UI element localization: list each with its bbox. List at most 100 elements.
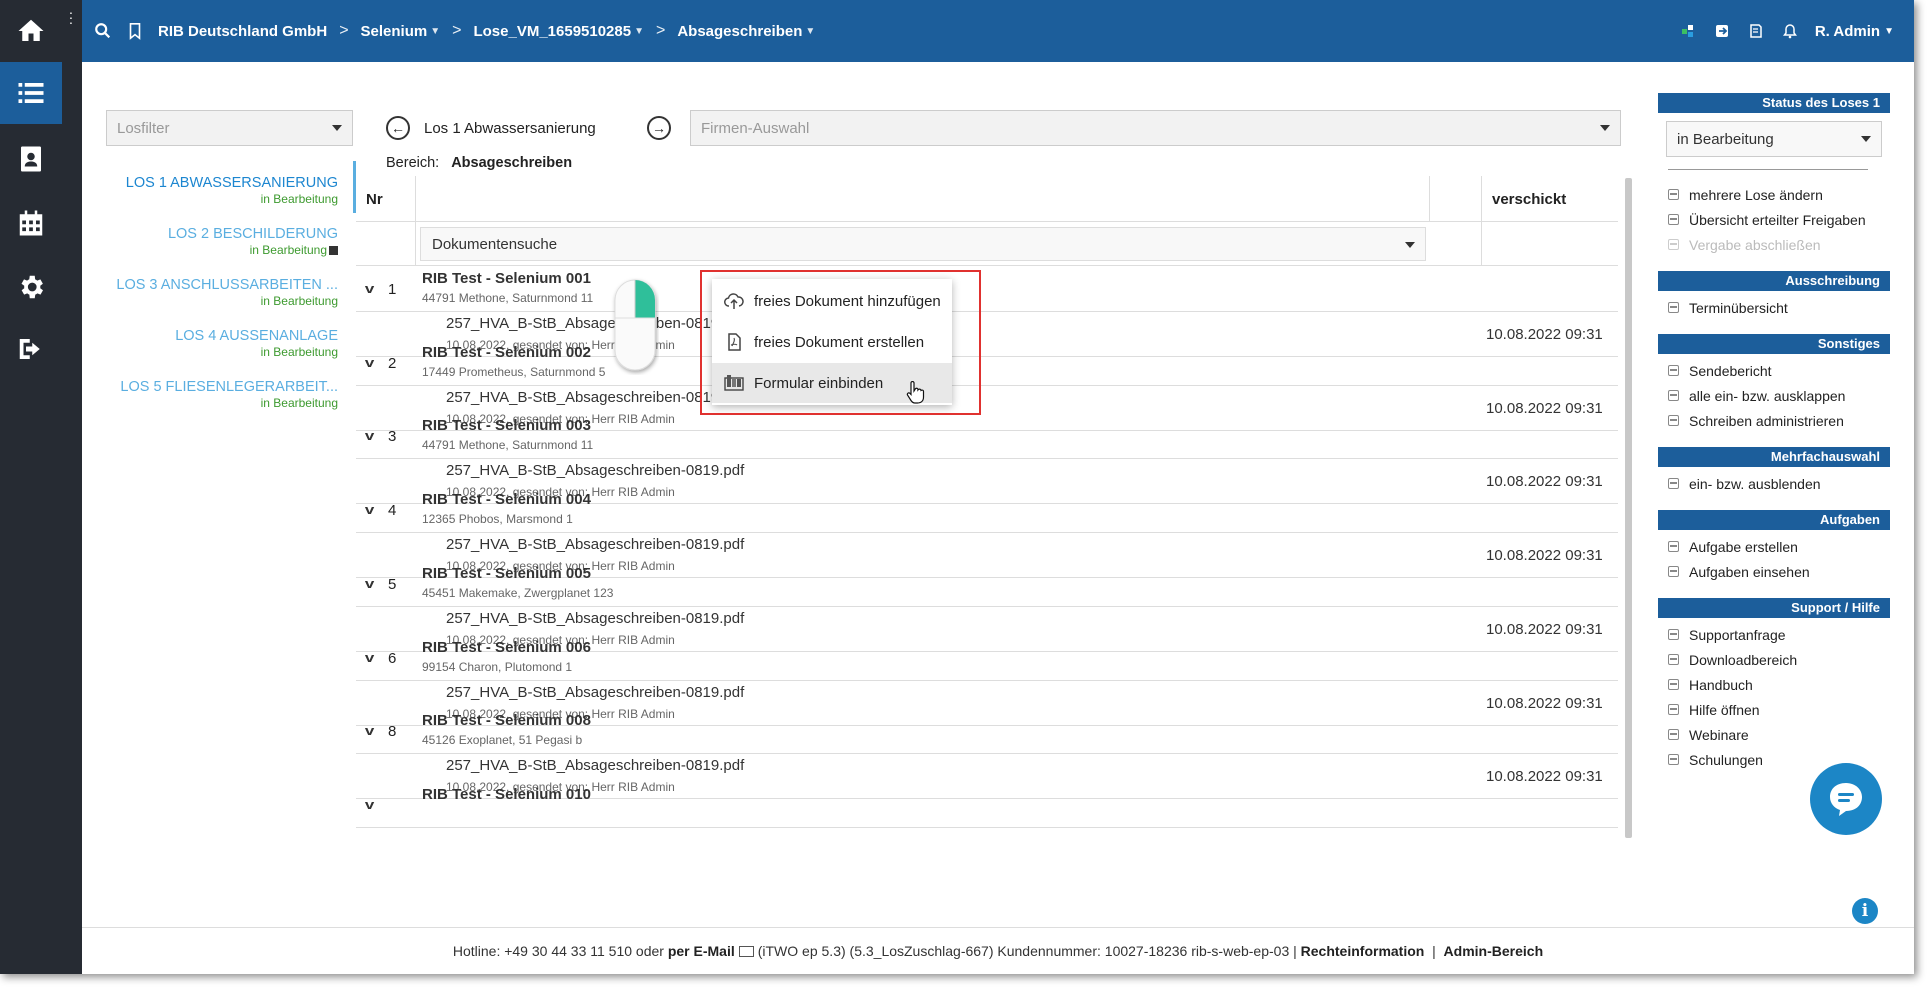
footer-legal-link[interactable]: Rechteinformation bbox=[1301, 943, 1425, 959]
chevron-down-icon[interactable]: v bbox=[365, 355, 374, 370]
mouse-click-icon bbox=[614, 279, 656, 371]
home-icon[interactable] bbox=[0, 0, 62, 62]
lot-item[interactable]: LOS 4 AUSSENANLAGE in Bearbeitung bbox=[106, 328, 354, 379]
sidebar-item[interactable]: Aufgaben einsehen bbox=[1658, 559, 1890, 584]
crumb-separator: > bbox=[339, 22, 349, 39]
list-icon[interactable] bbox=[0, 62, 62, 124]
crumb-company[interactable]: RIB Deutschland GmbH bbox=[158, 23, 327, 40]
document-search-select[interactable]: Dokumentensuche bbox=[420, 227, 1426, 261]
lot-item[interactable]: LOS 3 ANSCHLUSSARBEITEN ... in Bearbeitu… bbox=[106, 277, 354, 328]
chevron-down-icon[interactable]: v bbox=[365, 428, 374, 443]
next-lot-icon[interactable]: → bbox=[647, 116, 671, 140]
book-icon bbox=[1668, 189, 1679, 200]
crumb-separator: > bbox=[656, 22, 666, 39]
caret-down-icon bbox=[1861, 136, 1871, 142]
chevron-down-icon[interactable]: v bbox=[365, 281, 374, 296]
lot-title: LOS 1 ABWASSERSANIERUNG bbox=[125, 175, 338, 191]
company-name: RIB Test - Selenium 008 bbox=[422, 712, 591, 730]
scrollbar[interactable] bbox=[1625, 178, 1632, 838]
book-icon bbox=[1668, 704, 1679, 715]
chevron-down-icon[interactable]: v bbox=[365, 797, 374, 812]
divider bbox=[1668, 169, 1868, 170]
crumb-project[interactable]: Selenium bbox=[361, 23, 428, 40]
app-switcher-icon[interactable] bbox=[1679, 22, 1697, 40]
table-row[interactable]: v 3 RIB Test - Selenium 003 44791 Methone, … bbox=[356, 414, 1618, 460]
sidebar-item[interactable]: Aufgabe erstellen bbox=[1658, 534, 1890, 559]
col-spacer bbox=[1430, 176, 1482, 222]
sidebar-item[interactable]: alle ein- bzw. ausklappen bbox=[1658, 383, 1890, 408]
crumb-area[interactable]: Absageschreiben bbox=[677, 23, 802, 40]
search-row-cell bbox=[356, 222, 416, 266]
more-icon[interactable]: · · · bbox=[68, 5, 74, 29]
company-select[interactable]: Firmen-Auswahl bbox=[690, 110, 1621, 146]
transfer-icon[interactable] bbox=[1713, 22, 1731, 40]
sidebar-item[interactable]: Hilfe öffnen bbox=[1658, 697, 1890, 722]
section-items: Supportanfrage Downloadbereich Handbuch Hil… bbox=[1658, 622, 1890, 772]
app-window: · · · RIB Deutschland GmbH > Selenium ▼ > L… bbox=[0, 0, 1914, 974]
user-menu[interactable]: R. Admin bbox=[1815, 23, 1880, 40]
sidebar-item[interactable]: Downloadbereich bbox=[1658, 647, 1890, 672]
chat-button[interactable] bbox=[1810, 763, 1882, 835]
table-row[interactable]: v 5 RIB Test - Selenium 005 45451 Makemake,… bbox=[356, 562, 1618, 607]
lot-filter-select[interactable]: Losfilter bbox=[106, 110, 353, 146]
previous-lot-icon[interactable]: ← bbox=[386, 116, 410, 140]
lot-item[interactable]: LOS 2 BESCHILDERUNG in Bearbeitung bbox=[106, 226, 354, 277]
chevron-down-icon[interactable]: v bbox=[365, 723, 374, 738]
caret-down-icon[interactable]: ▼ bbox=[430, 26, 440, 37]
table-row[interactable]: v RIB Test - Selenium 010 bbox=[356, 783, 1618, 828]
sidebar-item[interactable]: Sendebericht bbox=[1658, 358, 1890, 383]
table-row[interactable]: v 6 RIB Test - Selenium 006 99154 Charon, P… bbox=[356, 636, 1618, 681]
chat-icon bbox=[1830, 783, 1862, 816]
sidebar-item[interactable]: Supportanfrage bbox=[1658, 622, 1890, 647]
chevron-down-icon[interactable]: v bbox=[365, 650, 374, 665]
crumb-separator: > bbox=[452, 22, 462, 39]
contacts-icon[interactable] bbox=[0, 128, 62, 190]
sidebar-item[interactable]: ein- bzw. ausblenden bbox=[1658, 471, 1890, 496]
info-icon[interactable]: i bbox=[1852, 898, 1878, 924]
caret-down-icon[interactable]: ▼ bbox=[805, 26, 815, 37]
caret-down-icon bbox=[1600, 125, 1610, 131]
sidebar-item[interactable]: Webinare bbox=[1658, 722, 1890, 747]
chevron-down-icon[interactable]: v bbox=[365, 502, 374, 517]
caret-down-icon[interactable]: ▼ bbox=[634, 26, 644, 37]
col-sent[interactable]: verschickt bbox=[1482, 176, 1618, 222]
sidebar-item[interactable]: Terminübersicht bbox=[1658, 295, 1890, 320]
footer-email-link[interactable]: per E-Mail bbox=[668, 943, 735, 959]
bookmark-icon[interactable] bbox=[126, 22, 144, 40]
table-row[interactable]: v 1 RIB Test - Selenium 001 44791 Methone, … bbox=[356, 267, 1618, 312]
status-select[interactable]: in Bearbeitung bbox=[1666, 121, 1882, 157]
sidebar-item[interactable]: Handbuch bbox=[1658, 672, 1890, 697]
document-file-link[interactable]: 257_HVA_B-StB_Absageschreiben-0819.pdf bbox=[446, 462, 744, 479]
footer-version: (iTWO ep 5.3) (5.3_LosZuschlag-667) Kund… bbox=[757, 943, 1297, 959]
footer-admin-link[interactable]: Admin-Bereich bbox=[1444, 943, 1544, 959]
document-file-link[interactable]: 257_HVA_B-StB_Absageschreiben-0819.pdf bbox=[446, 536, 744, 553]
notes-icon[interactable] bbox=[1747, 22, 1765, 40]
table-row[interactable]: v 2 RIB Test - Selenium 002 17449 Prometheu… bbox=[356, 341, 1618, 386]
caret-down-icon[interactable]: ▼ bbox=[1884, 26, 1894, 37]
sidebar-sections: Ausschreibung Terminübersicht Sonstiges Sen… bbox=[1658, 271, 1890, 772]
table-row[interactable]: v 4 RIB Test - Selenium 004 12365 Phobos, M… bbox=[356, 488, 1618, 534]
book-icon bbox=[1668, 415, 1679, 426]
search-icon[interactable] bbox=[94, 22, 112, 40]
chevron-down-icon[interactable]: v bbox=[365, 576, 374, 591]
sidebar-item[interactable]: Schreiben administrieren bbox=[1658, 408, 1890, 433]
document-file-link[interactable]: 257_HVA_B-StB_Absageschreiben-0819.pdf bbox=[446, 610, 744, 627]
bell-icon[interactable] bbox=[1781, 22, 1799, 40]
calendar-icon[interactable] bbox=[0, 192, 62, 254]
col-main bbox=[416, 176, 1430, 222]
gear-icon[interactable] bbox=[0, 256, 62, 318]
area-label: Bereich: Absageschreiben bbox=[386, 155, 572, 171]
caret-down-icon bbox=[1405, 242, 1415, 248]
col-nr[interactable]: Nr bbox=[356, 176, 416, 222]
sidebar-item[interactable]: Übersicht erteilter Freigaben bbox=[1658, 207, 1890, 232]
mail-icon[interactable] bbox=[738, 945, 754, 957]
document-file-link[interactable]: 257_HVA_B-StB_Absageschreiben-0819.pdf bbox=[446, 757, 744, 774]
sidebar-item[interactable]: mehrere Lose ändern bbox=[1658, 182, 1890, 207]
crumb-lots[interactable]: Lose_VM_1659510285 bbox=[473, 23, 631, 40]
table-row[interactable]: v 8 RIB Test - Selenium 008 45126 Exoplanet… bbox=[356, 709, 1618, 755]
lot-item[interactable]: LOS 1 ABWASSERSANIERUNG in Bearbeitung bbox=[106, 161, 356, 226]
lot-item[interactable]: LOS 5 FLIESENLEGERARBEIT... in Bearbeitu… bbox=[106, 379, 354, 430]
logout-icon[interactable] bbox=[0, 318, 62, 380]
document-file-link[interactable]: 257_HVA_B-StB_Absageschreiben-0819.pdf bbox=[446, 684, 744, 701]
section-header: Support / Hilfe bbox=[1658, 598, 1890, 618]
